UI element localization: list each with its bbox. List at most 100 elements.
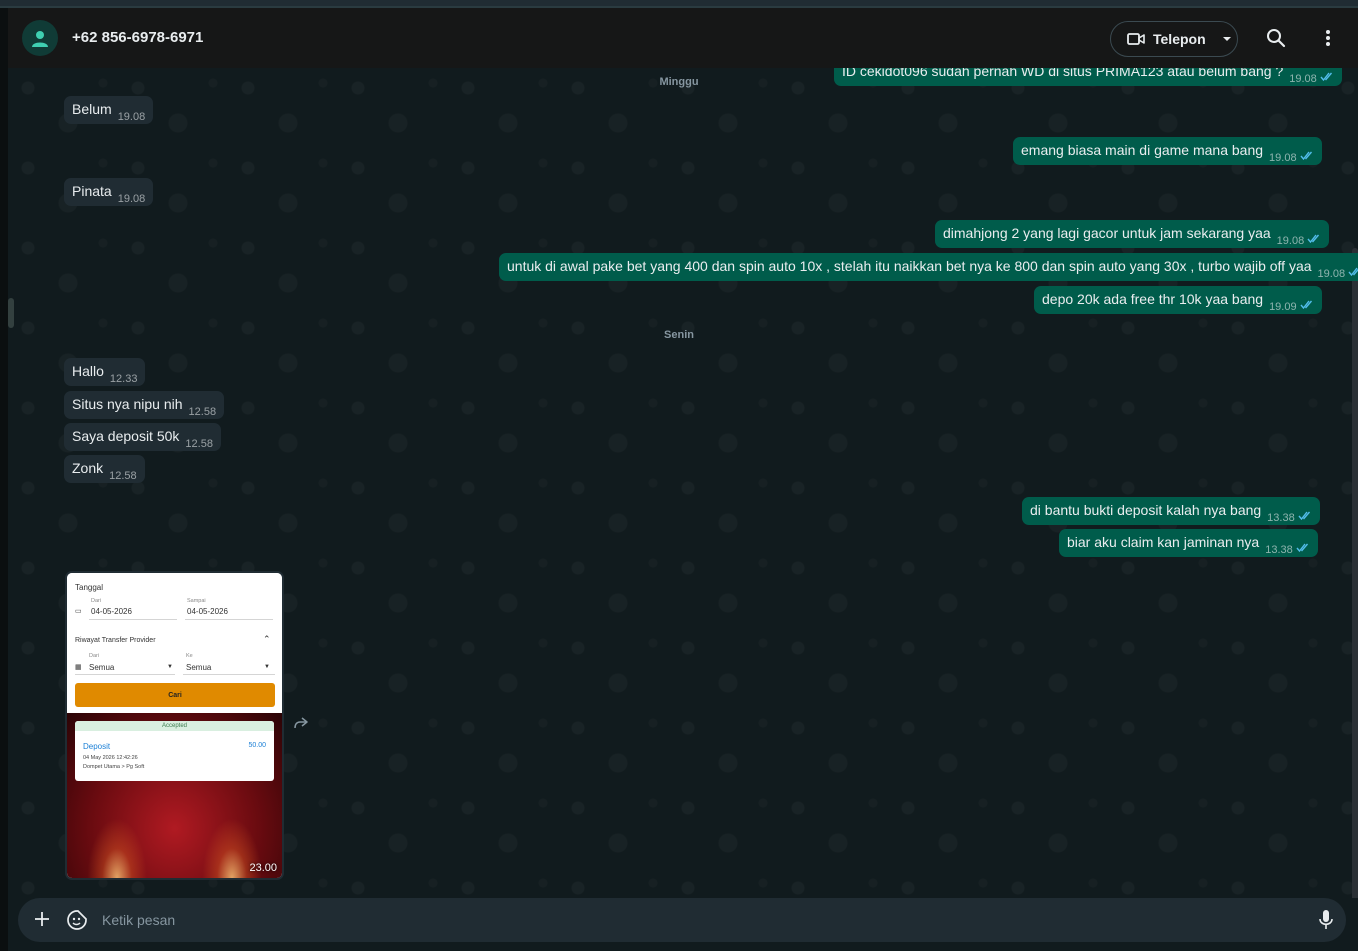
message-time: 13.38 bbox=[1265, 544, 1293, 556]
mic-button[interactable] bbox=[1318, 909, 1334, 936]
message-time: 19.08 bbox=[1317, 268, 1346, 280]
person-icon bbox=[32, 31, 48, 47]
double-check-icon bbox=[1300, 300, 1314, 309]
contact-avatar[interactable] bbox=[22, 20, 58, 56]
message-text: di bantu bukti deposit kalah nya bang bbox=[1030, 502, 1262, 518]
message-time: 13.38 bbox=[1267, 512, 1295, 524]
light-beam bbox=[87, 818, 147, 878]
divider bbox=[75, 674, 175, 675]
double-check-icon bbox=[1300, 151, 1314, 160]
message-time: 12.58 bbox=[188, 406, 217, 418]
image-ke-label: Ke bbox=[186, 653, 193, 659]
message-text: ID cekidot096 sudah pernah WD di situs P… bbox=[842, 68, 1284, 79]
message-text: untuk di awal pake bet yang 400 dan spin… bbox=[507, 258, 1312, 274]
forward-icon bbox=[294, 717, 308, 729]
kebab-menu-icon bbox=[1326, 30, 1330, 46]
image-form-section: Tanggal Dari ▭ 04-05-2026 Sampai 04-05-2… bbox=[67, 573, 282, 713]
transaction-route: Dompet Utama > Pg Soft bbox=[83, 764, 145, 770]
call-button[interactable]: Telepon bbox=[1110, 21, 1238, 57]
message-time: 12.58 bbox=[109, 470, 137, 482]
transaction-amount: 50.00 bbox=[248, 742, 266, 749]
message-time: 19.08 bbox=[117, 193, 146, 205]
message-outgoing[interactable]: depo 20k ada free thr 10k yaa bang 19.09 bbox=[1034, 286, 1322, 314]
message-text: Pinata bbox=[72, 183, 112, 199]
message-text: Zonk bbox=[72, 460, 104, 476]
image-background: Accepted Deposit 50.00 04 May 2026 12:42… bbox=[67, 713, 282, 878]
message-text: Saya deposit 50k bbox=[72, 428, 180, 444]
composer-bar bbox=[18, 898, 1346, 942]
image-sampai-value: 04-05-2026 bbox=[187, 607, 228, 616]
image-dari2-value: Semua bbox=[89, 663, 115, 672]
chevron-up-icon: ⌃ bbox=[263, 634, 271, 644]
message-time: 19.08 bbox=[1289, 73, 1317, 85]
sticker-button[interactable] bbox=[66, 909, 88, 936]
double-check-icon bbox=[1296, 543, 1310, 552]
message-time: 19.08 bbox=[1276, 235, 1305, 247]
transaction-status: Accepted bbox=[75, 721, 274, 731]
image-sampai-label: Sampai bbox=[187, 598, 206, 604]
message-incoming[interactable]: Pinata 19.08 bbox=[64, 178, 154, 206]
image-riwayat-label: Riwayat Transfer Provider bbox=[75, 637, 156, 644]
message-text: Hallo bbox=[72, 363, 104, 379]
message-text: emang biasa main di game mana bang bbox=[1021, 142, 1264, 158]
window-top-strip bbox=[0, 0, 1358, 8]
message-time: 12.33 bbox=[109, 373, 138, 385]
double-check-icon bbox=[1320, 72, 1334, 81]
image-time: 23.00 bbox=[249, 862, 277, 874]
image-ke-value: Semua bbox=[186, 663, 212, 672]
message-time: 19.08 bbox=[117, 111, 146, 123]
day-separator-minggu: Minggu bbox=[659, 76, 699, 88]
plus-icon bbox=[35, 912, 49, 926]
message-time: 12.58 bbox=[185, 438, 213, 450]
message-outgoing[interactable]: di bantu bukti deposit kalah nya bang 13… bbox=[1022, 497, 1320, 525]
image-cari-button: Cari bbox=[75, 683, 275, 707]
search-icon bbox=[1267, 29, 1286, 48]
search-button[interactable] bbox=[1264, 26, 1288, 50]
chat-area[interactable]: Minggu Senin ID cekidot096 sudah pernah … bbox=[8, 68, 1358, 898]
message-text: depo 20k ada free thr 10k yaa bang bbox=[1042, 291, 1264, 307]
message-outgoing[interactable]: dimahjong 2 yang lagi gacor untuk jam se… bbox=[935, 220, 1330, 248]
message-incoming[interactable]: Belum 19.08 bbox=[64, 96, 154, 124]
divider bbox=[185, 619, 273, 620]
message-incoming[interactable]: Situs nya nipu nih 12.58 bbox=[64, 391, 225, 419]
transaction-card: Accepted Deposit 50.00 04 May 2026 12:42… bbox=[75, 721, 274, 781]
message-outgoing[interactable]: ID cekidot096 sudah pernah WD di situs P… bbox=[834, 68, 1342, 86]
sticker-icon bbox=[67, 910, 87, 930]
contact-name[interactable]: +62 856-6978-6971 bbox=[72, 29, 203, 46]
transaction-datetime: 04 May 2026 12:42:26 bbox=[83, 755, 138, 761]
chevron-down-icon: ▼ bbox=[167, 664, 173, 670]
message-outgoing[interactable]: emang biasa main di game mana bang 19.08 bbox=[1013, 137, 1322, 165]
calendar-icon: ▭ bbox=[75, 608, 82, 615]
image-tanggal-label: Tanggal bbox=[75, 583, 104, 592]
image-dari-value: 04-05-2026 bbox=[91, 607, 132, 616]
image-message[interactable]: Tanggal Dari ▭ 04-05-2026 Sampai 04-05-2… bbox=[65, 571, 284, 880]
image-dari2-label: Dari bbox=[89, 653, 100, 659]
chevron-down-icon[interactable] bbox=[1222, 36, 1232, 42]
attach-button[interactable] bbox=[32, 909, 52, 934]
message-incoming[interactable]: Zonk 12.58 bbox=[64, 455, 145, 483]
message-outgoing[interactable]: biar aku claim kan jaminan nya 13.38 bbox=[1059, 529, 1318, 557]
menu-button[interactable] bbox=[1316, 26, 1340, 50]
double-check-icon bbox=[1298, 511, 1312, 520]
message-outgoing[interactable]: untuk di awal pake bet yang 400 dan spin… bbox=[499, 253, 1358, 281]
screenshot-image[interactable]: Tanggal Dari ▭ 04-05-2026 Sampai 04-05-2… bbox=[67, 573, 282, 878]
video-camera-icon bbox=[1127, 33, 1145, 45]
message-composer bbox=[8, 898, 1358, 951]
store-icon: ▦ bbox=[75, 664, 82, 671]
transaction-type: Deposit bbox=[83, 742, 111, 751]
divider bbox=[183, 674, 275, 675]
left-scroll-indicator bbox=[8, 298, 14, 328]
message-text: Situs nya nipu nih bbox=[72, 396, 183, 412]
scrollbar[interactable] bbox=[1352, 248, 1358, 898]
forward-button[interactable] bbox=[293, 716, 309, 735]
message-incoming[interactable]: Saya deposit 50k 12.58 bbox=[64, 423, 221, 451]
call-button-label: Telepon bbox=[1153, 31, 1206, 47]
chevron-down-icon: ▼ bbox=[264, 664, 270, 670]
message-text: biar aku claim kan jaminan nya bbox=[1067, 534, 1260, 550]
message-text: Belum bbox=[72, 101, 112, 117]
chat-header: +62 856-6978-6971 Telepon bbox=[8, 8, 1358, 68]
message-text: dimahjong 2 yang lagi gacor untuk jam se… bbox=[943, 225, 1271, 241]
message-incoming[interactable]: Hallo 12.33 bbox=[64, 358, 146, 386]
image-dari-label: Dari bbox=[91, 598, 102, 604]
message-input[interactable] bbox=[102, 906, 1282, 934]
